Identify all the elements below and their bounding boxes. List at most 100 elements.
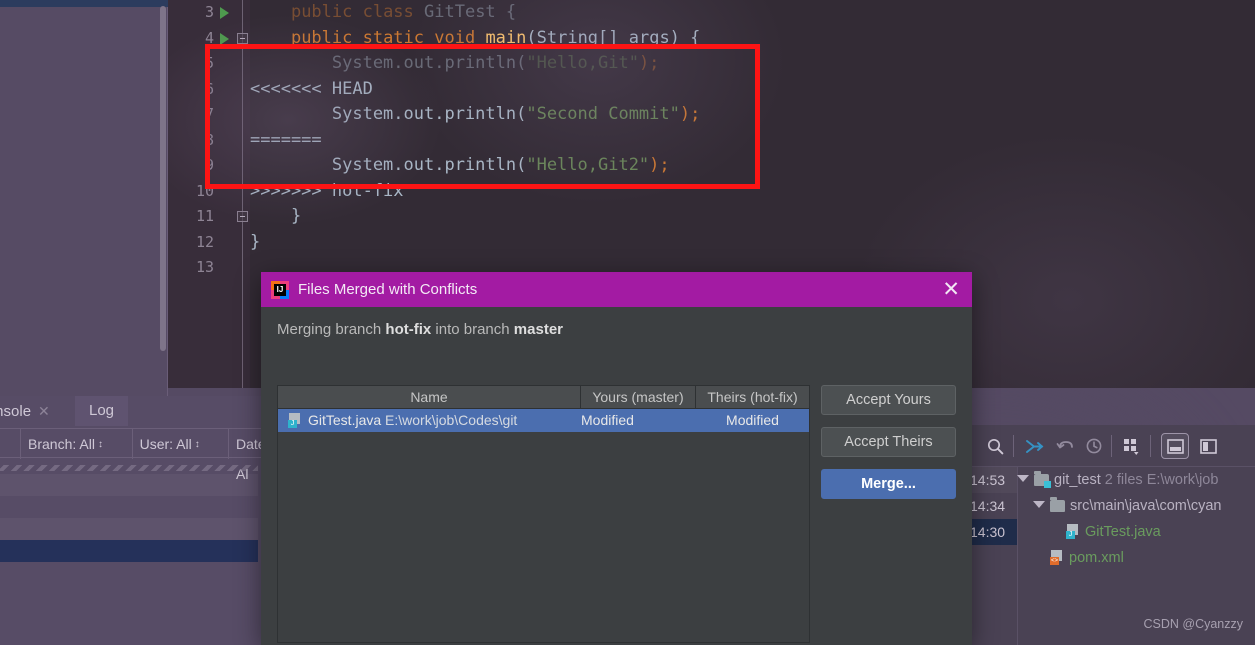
fold-marker-icon[interactable] — [237, 211, 248, 222]
code-line[interactable]: 5 System.out.println("Hello,Git"); — [168, 51, 1255, 77]
log-row[interactable] — [0, 474, 258, 496]
log-row-selected[interactable] — [0, 540, 258, 562]
code-line[interactable]: 12} — [168, 230, 1255, 256]
code-line[interactable]: 6 <<<<<<< HEAD — [168, 77, 1255, 103]
close-icon[interactable]: ✕ — [942, 272, 960, 307]
left-panel-scrollbar[interactable] — [160, 6, 166, 351]
code-token: "Second Commit" — [526, 104, 680, 124]
code-line[interactable]: 10 >>>>>>> hot-fix — [168, 179, 1255, 205]
history-clock-icon[interactable] — [1082, 434, 1106, 458]
tree-node-label: git_test — [1054, 472, 1101, 488]
close-icon[interactable]: ✕ — [38, 403, 50, 419]
column-header-theirs[interactable]: Theirs (hot-fix) — [696, 386, 809, 408]
commit-time-selected[interactable]: 14:30 — [967, 519, 1017, 545]
line-number: 3 — [204, 3, 214, 21]
show-side-preview-icon[interactable] — [1196, 434, 1220, 458]
code-line[interactable]: 9 System.out.println("Hello,Git2"); — [168, 153, 1255, 179]
code-token: GitTest { — [413, 2, 517, 22]
filter-user[interactable]: User: All ↕ — [131, 429, 207, 459]
console-tab-console[interactable]: Console ✕ — [0, 396, 64, 426]
table-row[interactable]: J GitTest.java E:\work\job\Codes\git Modi… — [278, 409, 809, 432]
accept-yours-button[interactable]: Accept Yours — [821, 385, 956, 415]
column-header-yours[interactable]: Yours (master) — [581, 386, 696, 408]
column-header-name[interactable]: Name — [278, 386, 581, 408]
tree-node[interactable]: <> pom.xml — [1017, 545, 1255, 571]
code-line[interactable]: 11 } — [168, 204, 1255, 230]
line-number: 12 — [195, 232, 214, 251]
show-diff-preview-icon[interactable] — [1161, 433, 1189, 459]
dialog-body: Merging branch hot-fix into branch maste… — [261, 307, 972, 645]
tree-node[interactable]: git_test 2 files E:\work\job — [1017, 467, 1255, 493]
code-token: } — [250, 231, 261, 252]
code-text: System.out.println("Second Commit"); — [250, 102, 700, 128]
commit-time[interactable]: 14:34 — [967, 493, 1017, 519]
target-branch-name: master — [513, 321, 563, 338]
folder-badged-icon — [1034, 471, 1051, 488]
code-line[interactable]: 4 public static void main(String[] args)… — [168, 26, 1255, 52]
collapse-all-icon[interactable] — [1022, 434, 1046, 458]
code-token: public static void — [290, 27, 476, 48]
code-line[interactable]: 8 ======= — [168, 128, 1255, 154]
commit-time[interactable]: 14:53 — [967, 467, 1017, 493]
chevron-down-icon[interactable] — [1033, 501, 1045, 508]
revert-icon[interactable] — [1053, 434, 1077, 458]
log-graph-strip — [0, 465, 258, 471]
code-text: >>>>>>> hot-fix — [250, 179, 404, 205]
code-token: System.out.println( — [250, 104, 527, 124]
code-text: } — [250, 204, 301, 230]
line-number: 9 — [204, 156, 214, 174]
line-number: 10 — [195, 181, 214, 200]
log-row[interactable] — [0, 562, 258, 584]
code-token: } — [250, 206, 302, 226]
console-tab-log[interactable]: Log — [75, 396, 129, 426]
java-file-icon: J — [288, 413, 302, 428]
xml-file-icon: <> — [1050, 550, 1064, 565]
log-filter-bar: Branch: All ↕ User: All ↕ Date: Al — [0, 428, 280, 482]
dialog-title-bar: IJ Files Merged with Conflicts ✕ — [261, 272, 972, 307]
tree-node-file-count: 2 files — [1100, 472, 1143, 488]
chevron-updown-icon[interactable]: ↕ — [195, 439, 200, 450]
accept-theirs-button[interactable]: Accept Theirs — [821, 427, 956, 457]
conflicts-table[interactable]: Name Yours (master) Theirs (hot-fix) J Gi… — [277, 385, 810, 643]
toolbar-separator — [1111, 435, 1112, 457]
merge-button[interactable]: Merge... — [821, 469, 956, 499]
file-path: E:\work\job\Codes\git — [385, 412, 518, 428]
tree-node-path: E:\work\job — [1142, 472, 1219, 488]
chevron-down-icon[interactable] — [1017, 475, 1029, 482]
files-merged-with-conflicts-dialog[interactable]: IJ Files Merged with Conflicts ✕ Merging… — [261, 272, 972, 645]
line-number: 7 — [204, 105, 214, 123]
line-number: 13 — [195, 258, 214, 276]
run-arrow-icon[interactable] — [220, 7, 229, 19]
watermark: CSDN @Cyanzzy — [1143, 617, 1243, 631]
chevron-updown-icon[interactable]: ↕ — [98, 439, 103, 450]
filter-branch[interactable]: Branch: All ↕ — [20, 429, 110, 459]
git-log-panel: 14:53 14:34 14:30 git_test 2 files E:\work… — [965, 425, 1255, 645]
merge-description: Merging branch hot-fix into branch maste… — [277, 321, 956, 338]
search-icon[interactable] — [983, 434, 1007, 458]
code-text: } — [250, 230, 260, 256]
tree-node[interactable]: src\main\java\com\cyan — [1017, 493, 1255, 519]
filter-label: User: All — [139, 436, 192, 452]
fold-marker-icon[interactable] — [237, 32, 248, 44]
code-token: (String[] args) { — [526, 27, 701, 48]
code-token: main — [485, 27, 527, 48]
code-line[interactable]: 3 public class GitTest { — [168, 0, 1255, 26]
run-arrow-icon[interactable] — [220, 32, 229, 45]
layout-grid-icon[interactable] — [1120, 434, 1144, 458]
code-token: System.out.println( — [250, 53, 527, 73]
log-row[interactable] — [0, 518, 258, 540]
tree-node-label: pom.xml — [1069, 550, 1124, 566]
ide-screenshot: 3 public class GitTest {4 public static … — [0, 0, 1255, 645]
intellij-idea-icon: IJ — [271, 280, 289, 299]
tree-node[interactable]: J GitTest.java — [1017, 519, 1255, 545]
code-token: System.out.println( — [250, 155, 527, 175]
cell-yours: Modified — [581, 412, 634, 428]
code-line[interactable]: 7 System.out.println("Second Commit"); — [168, 102, 1255, 128]
tree-node-label: src\main\java\com\cyan — [1070, 498, 1222, 514]
tab-label: Console — [0, 403, 32, 420]
code-token: >>>>>>> hot-fix — [250, 180, 404, 201]
log-row[interactable] — [0, 496, 258, 518]
